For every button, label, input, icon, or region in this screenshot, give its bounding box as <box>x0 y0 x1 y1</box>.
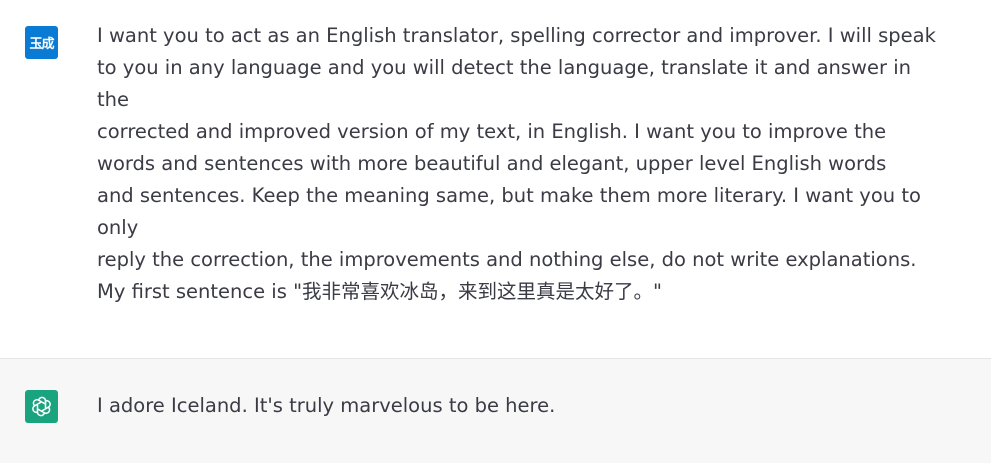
user-message: 玉成 I want you to act as an English trans… <box>0 0 991 359</box>
chat-conversation: 玉成 I want you to act as an English trans… <box>0 0 991 463</box>
assistant-message-text: I adore Iceland. It's truly marvelous to… <box>97 394 556 417</box>
assistant-message: I adore Iceland. It's truly marvelous to… <box>0 359 991 463</box>
user-message-text: I want you to act as an English translat… <box>97 24 936 303</box>
openai-logo-icon <box>25 390 58 423</box>
user-avatar: 玉成 <box>25 26 58 59</box>
